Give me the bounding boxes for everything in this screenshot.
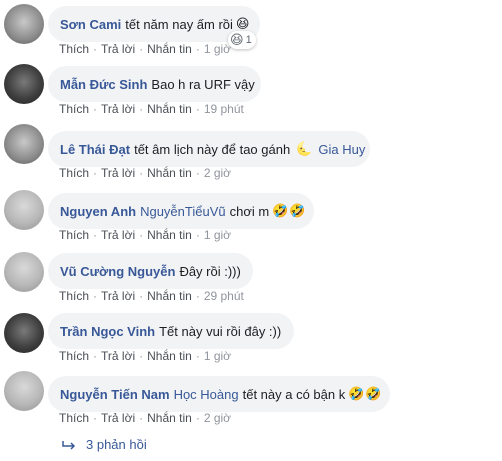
reply-link[interactable]: Trả lời — [101, 289, 135, 303]
comment-actions: Thích · Trả lời · Nhắn tin · 29 phút — [59, 289, 244, 303]
comment-text: Tết này vui rồi đây :)) — [159, 323, 282, 339]
timestamp[interactable]: 2 giờ — [204, 166, 231, 180]
comment-bubble: Trần Ngọc Vinh Tết này vui rồi đây :)) — [48, 313, 294, 349]
avatar[interactable] — [4, 64, 44, 104]
message-link[interactable]: Nhắn tin — [147, 228, 192, 242]
comment-actions: Thích · Trả lời · Nhắn tin · 2 giờ — [59, 411, 232, 425]
message-link[interactable]: Nhắn tin — [147, 349, 192, 363]
comment-author[interactable]: Nguyen Anh — [60, 204, 136, 219]
timestamp[interactable]: 1 giờ — [204, 349, 231, 363]
timestamp[interactable]: 19 phút — [204, 102, 244, 116]
reply-link[interactable]: Trả lời — [101, 228, 135, 242]
avatar[interactable] — [4, 313, 44, 353]
like-link[interactable]: Thích — [59, 102, 89, 116]
avatar[interactable] — [4, 190, 44, 230]
comment-bubble: Lê Thái Đạt tết âm lịch này để tao gánh … — [48, 131, 370, 167]
timestamp[interactable]: 29 phút — [204, 289, 244, 303]
emoji-icon: 😆 — [235, 16, 250, 31]
comment-text: chơi m — [229, 203, 270, 219]
comment-author[interactable]: Lê Thái Đạt — [60, 142, 130, 157]
avatar[interactable] — [4, 124, 44, 164]
laughing-emoji-icon: 🤣 — [365, 386, 382, 401]
comment-actions: Thích · Trả lời · Nhắn tin · 1 giờ — [59, 349, 232, 363]
reply-link[interactable]: Trả lời — [101, 166, 135, 180]
timestamp[interactable]: 2 giờ — [204, 411, 231, 425]
mention-tag[interactable]: Gia Huy — [318, 142, 365, 157]
comment-bubble: Nguyen Anh NguyễnTiểuVũ chơi m 🤣 🤣 — [48, 193, 314, 229]
like-link[interactable]: Thích — [59, 228, 89, 242]
laughing-emoji-icon: 🤣 — [272, 203, 289, 218]
comment-text: tết này a có bận k — [242, 386, 346, 402]
like-link[interactable]: Thích — [59, 411, 89, 425]
comment-author[interactable]: Mẫn Đức Sinh — [60, 77, 147, 92]
view-replies-link[interactable]: 3 phản hồi — [62, 437, 147, 452]
avatar[interactable] — [4, 252, 44, 292]
comment-actions: Thích · Trả lời · Nhắn tin · 19 phút — [59, 102, 244, 116]
comment-author[interactable]: Sơn Cami — [60, 17, 121, 32]
reaction-badge[interactable]: 😆 1 — [228, 31, 256, 49]
comment-actions: Thích · Trả lời · Nhắn tin · 2 giờ — [59, 166, 232, 180]
reply-arrow-icon — [62, 440, 76, 450]
comment-text: tết âm lịch này để tao gánh — [134, 141, 291, 157]
like-link[interactable]: Thích — [59, 349, 89, 363]
comment-actions: Thích · Trả lời · Nhắn tin · 1 giờ — [59, 42, 232, 56]
comment-bubble: Nguyễn Tiến Nam Học Hoàng tết này a có b… — [48, 376, 390, 412]
comment-author[interactable]: Trần Ngọc Vinh — [60, 324, 155, 339]
reply-link[interactable]: Trả lời — [101, 102, 135, 116]
comment-text: Bao h ra URF vậy — [151, 76, 255, 92]
like-link[interactable]: Thích — [59, 166, 89, 180]
comment-author[interactable]: Vũ Cường Nguyễn — [60, 264, 175, 279]
message-link[interactable]: Nhắn tin — [147, 42, 192, 56]
moon-emoji-icon: 🌜 — [296, 141, 313, 156]
comment-text: tết năm nay ấm rồi — [125, 16, 233, 32]
reply-link[interactable]: Trả lời — [101, 42, 135, 56]
reply-link[interactable]: Trả lời — [101, 349, 135, 363]
laughing-emoji-icon: 🤣 — [348, 386, 365, 401]
comment-actions: Thích · Trả lời · Nhắn tin · 1 giờ — [59, 228, 232, 242]
message-link[interactable]: Nhắn tin — [147, 289, 192, 303]
laughing-emoji-icon: 🤣 — [289, 203, 306, 218]
replies-count-label: 3 phản hồi — [86, 437, 147, 452]
mention-tag[interactable]: Học Hoàng — [174, 387, 239, 402]
comment-bubble: Vũ Cường Nguyễn Đây rồi :))) — [48, 253, 253, 289]
comment-bubble: Mẫn Đức Sinh Bao h ra URF vậy — [48, 66, 261, 102]
like-link[interactable]: Thích — [59, 42, 89, 56]
comment-text: Đây rồi :))) — [179, 263, 241, 279]
message-link[interactable]: Nhắn tin — [147, 411, 192, 425]
reply-link[interactable]: Trả lời — [101, 411, 135, 425]
message-link[interactable]: Nhắn tin — [147, 102, 192, 116]
mention-tag[interactable]: NguyễnTiểuVũ — [140, 204, 226, 219]
reaction-count: 1 — [245, 34, 252, 46]
avatar[interactable] — [4, 4, 44, 44]
timestamp[interactable]: 1 giờ — [204, 228, 231, 242]
haha-reaction-icon: 😆 — [230, 32, 244, 47]
avatar[interactable] — [4, 371, 44, 411]
message-link[interactable]: Nhắn tin — [147, 166, 192, 180]
like-link[interactable]: Thích — [59, 289, 89, 303]
timestamp[interactable]: 1 giờ — [204, 42, 231, 56]
comment-author[interactable]: Nguyễn Tiến Nam — [60, 387, 170, 402]
